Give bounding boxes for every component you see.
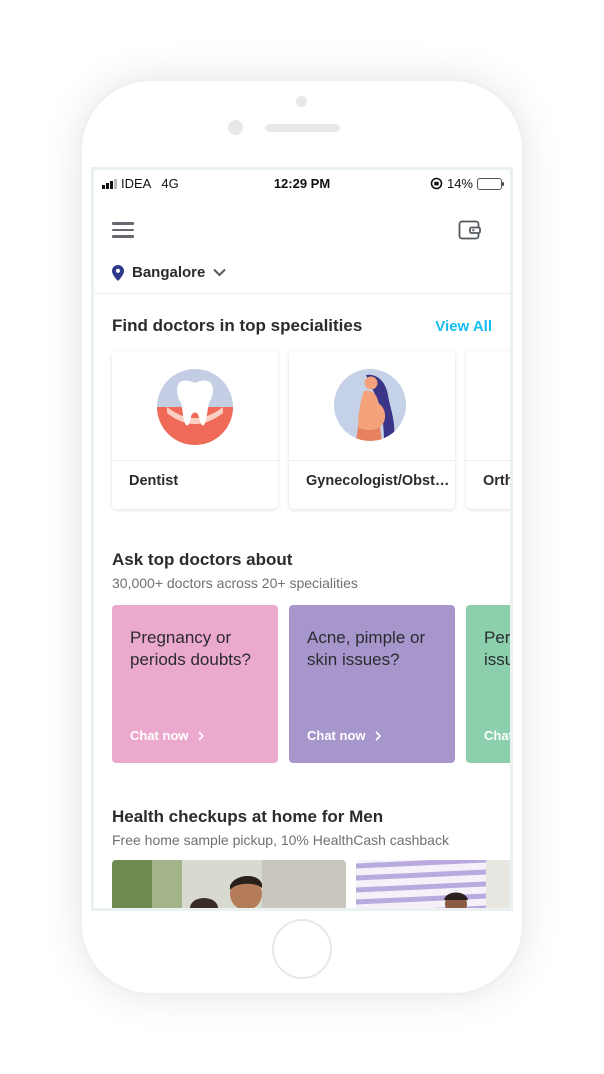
ask-card-pregnancy[interactable]: Pregnancy or periods doubts? Chat now — [112, 605, 278, 763]
ask-doctors-carousel[interactable]: Pregnancy or periods doubts? Chat now Ac… — [112, 605, 513, 765]
battery-percentage: 14% — [446, 176, 473, 191]
location-name: Bangalore — [132, 264, 206, 281]
chevron-right-icon — [374, 730, 381, 741]
ask-card-performance[interactable]: Performance issues? Chat now — [466, 605, 513, 763]
checkup-photo-image — [356, 860, 510, 908]
ask-question: Pregnancy or periods doubts? — [130, 628, 251, 669]
ask-doctors-subtitle: 30,000+ doctors across 20+ specialities — [112, 575, 358, 591]
ask-doctors-title: Ask top doctors about — [112, 550, 293, 569]
chat-now-label: Chat now — [484, 728, 513, 743]
chat-now-button[interactable]: Chat now — [484, 728, 513, 743]
chat-now-button[interactable]: Chat now — [130, 728, 204, 743]
specialities-title: Find doctors in top specialities — [112, 316, 363, 335]
ask-card-skin[interactable]: Acne, pimple or skin issues? Chat now — [289, 605, 455, 763]
earpiece-speaker — [265, 124, 340, 132]
chevron-down-icon — [213, 268, 227, 277]
checkups-title: Health checkups at home for Men — [112, 807, 384, 826]
sensor-dot — [296, 96, 307, 107]
chat-now-button[interactable]: Chat now — [307, 728, 381, 743]
app-screen: IDEA 4G 12:29 PM 14% Bangalore Find doct… — [91, 167, 513, 911]
orientation-lock-icon — [430, 177, 443, 190]
hamburger-menu-icon[interactable] — [112, 222, 134, 240]
location-selector[interactable]: Bangalore — [112, 264, 227, 281]
app-header: Bangalore — [94, 198, 510, 294]
speciality-card-orthopedist[interactable]: Orthopedist — [466, 351, 513, 509]
pregnant-woman-icon — [334, 369, 406, 441]
checkup-photo-image — [112, 860, 346, 908]
speciality-card-gynecologist[interactable]: Gynecologist/Obstetrician — [289, 351, 455, 509]
checkup-card-photo[interactable] — [112, 860, 346, 908]
location-pin-icon — [112, 264, 124, 281]
checkups-subtitle: Free home sample pickup, 10% HealthCash … — [112, 832, 449, 848]
front-camera — [228, 120, 243, 135]
chat-now-label: Chat now — [130, 728, 189, 743]
speciality-label: Orthopedist — [483, 473, 513, 489]
status-bar: IDEA 4G 12:29 PM 14% — [94, 170, 510, 198]
speciality-label: Dentist — [129, 473, 179, 489]
tooth-icon — [157, 369, 233, 445]
home-button[interactable] — [272, 919, 332, 979]
ask-question: Performance issues? — [484, 628, 511, 669]
view-all-link[interactable]: View All — [435, 318, 492, 335]
checkup-card-photo[interactable] — [356, 860, 510, 908]
chevron-right-icon — [197, 730, 204, 741]
battery-icon — [477, 177, 504, 190]
speciality-card-dentist[interactable]: Dentist — [112, 351, 278, 509]
chat-now-label: Chat now — [307, 728, 366, 743]
speciality-label: Gynecologist/Obstetrician — [306, 473, 454, 489]
ask-question: Acne, pimple or skin issues? — [307, 628, 426, 669]
wallet-icon[interactable] — [458, 218, 482, 242]
checkups-carousel[interactable] — [112, 860, 510, 908]
specialities-carousel[interactable]: Dentist Gynecologist/Obstetrician — [112, 351, 513, 511]
